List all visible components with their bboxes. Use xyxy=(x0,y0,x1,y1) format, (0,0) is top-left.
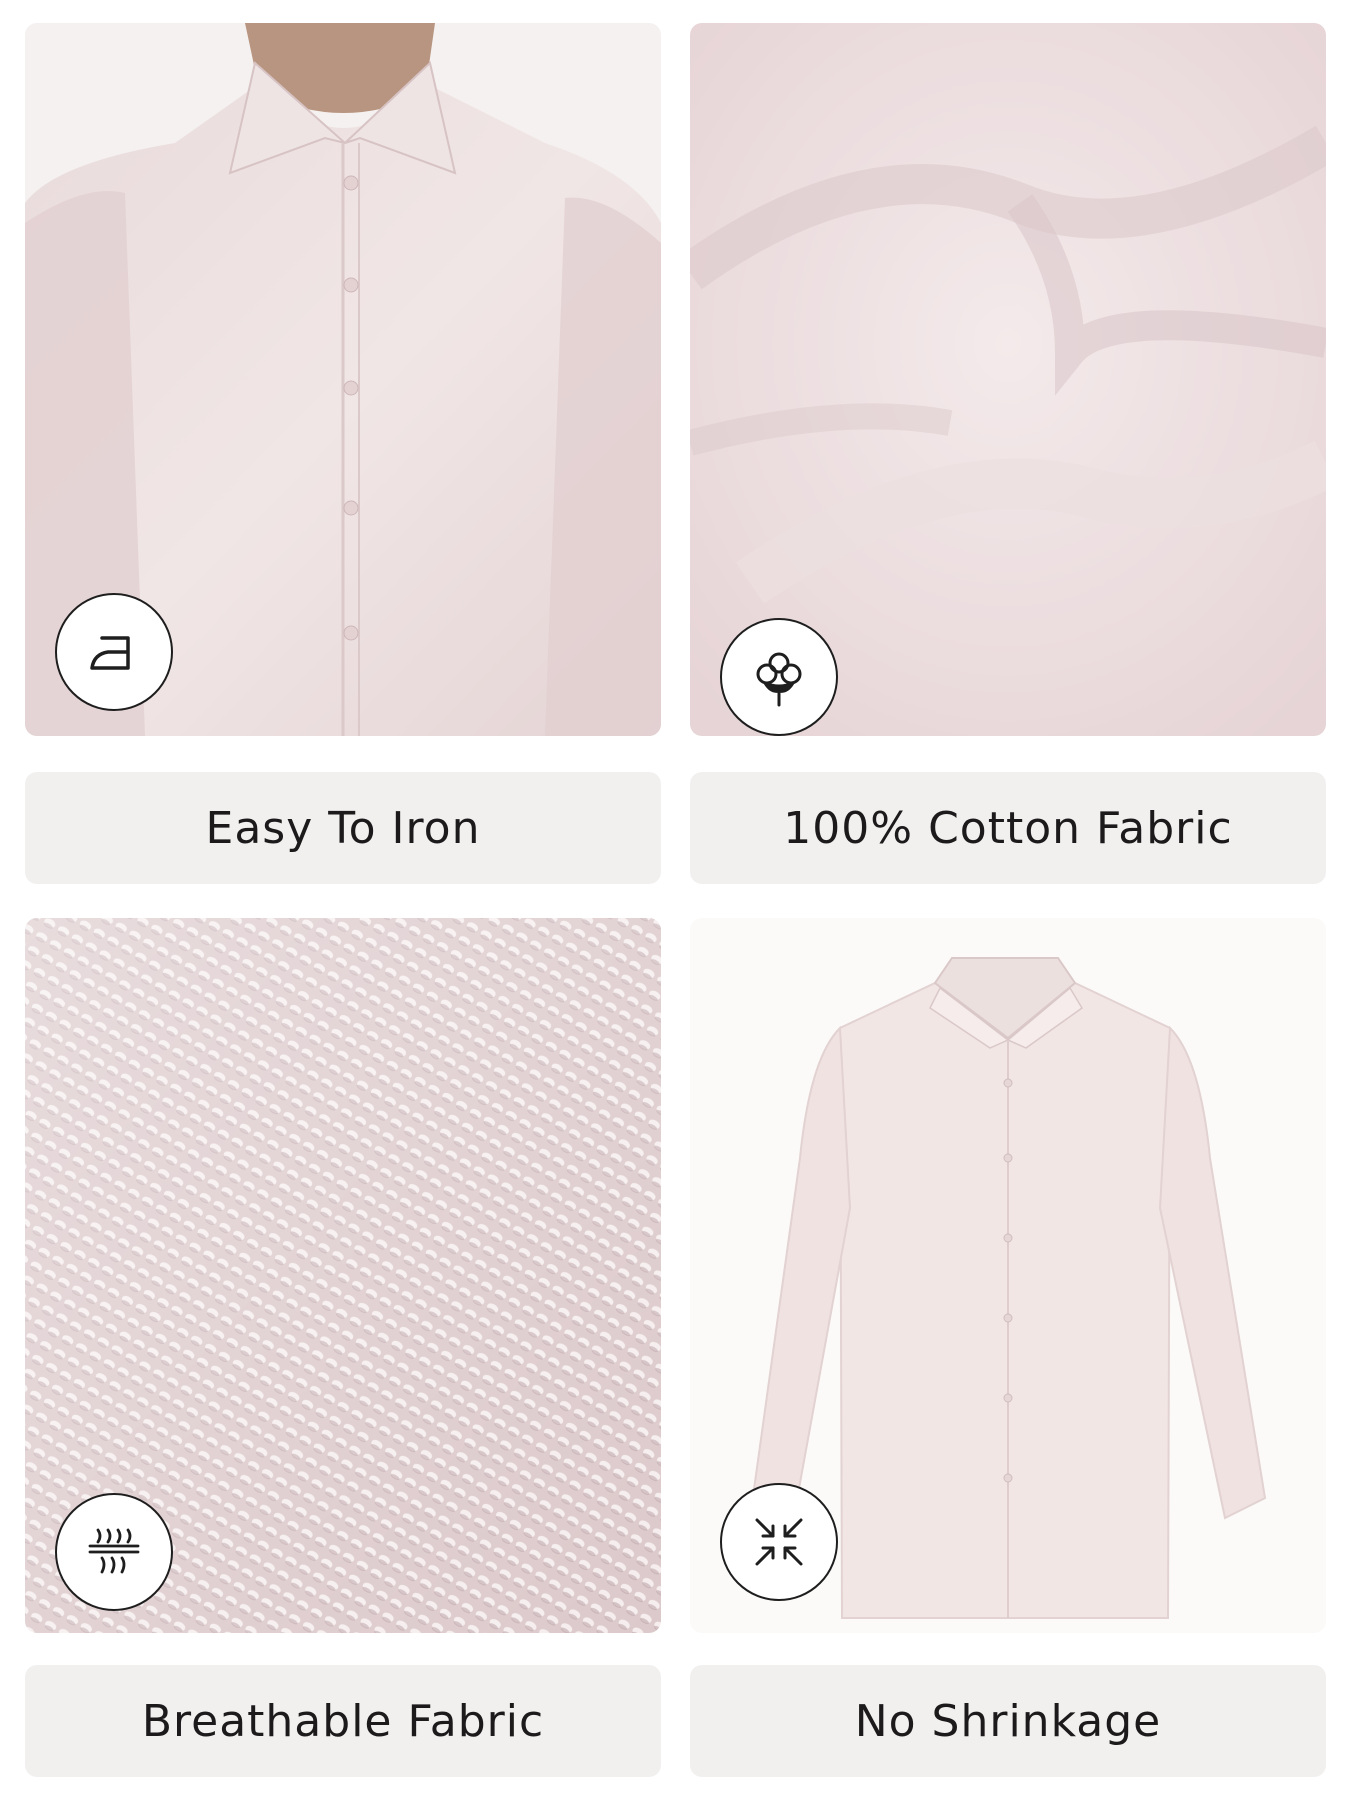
feature-label-card: No Shrinkage xyxy=(690,1665,1326,1777)
breathable-fabric-icon xyxy=(55,1493,173,1611)
feature-label: 100% Cotton Fabric xyxy=(783,802,1233,854)
cotton-flower-icon xyxy=(720,618,838,736)
feature-label-card: Breathable Fabric xyxy=(25,1665,661,1777)
feature-label-card: 100% Cotton Fabric xyxy=(690,772,1326,884)
feature-label-card: Easy To Iron xyxy=(25,772,661,884)
iron-icon xyxy=(55,593,173,711)
no-shrinkage-icon xyxy=(720,1483,838,1601)
shirt-product-image xyxy=(690,918,1326,1633)
feature-label: No Shrinkage xyxy=(854,1695,1162,1747)
cotton-fabric-image xyxy=(690,23,1326,736)
woven-fabric-image xyxy=(25,918,661,1633)
shirt-on-model-image xyxy=(25,23,661,736)
feature-label: Breathable Fabric xyxy=(141,1695,545,1747)
feature-label: Easy To Iron xyxy=(205,802,481,854)
